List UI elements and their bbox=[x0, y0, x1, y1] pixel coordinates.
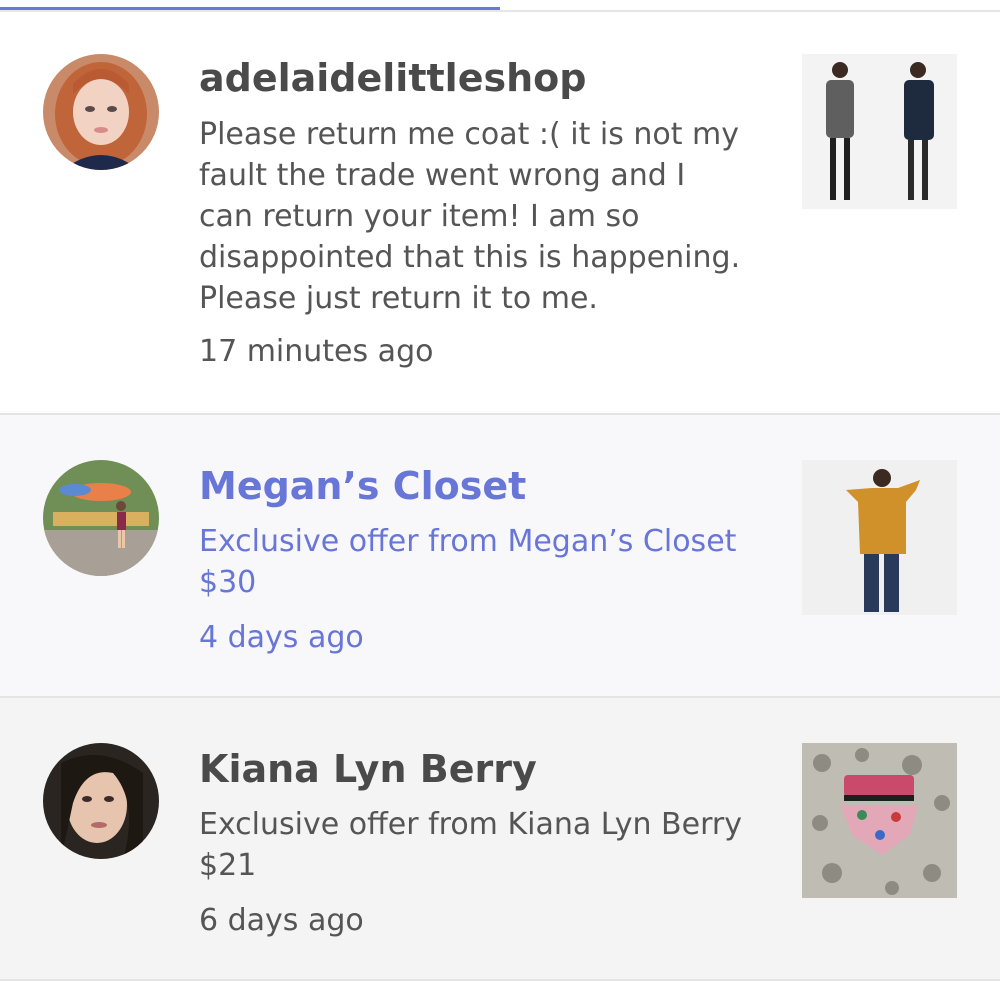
notification-item[interactable]: adelaidelittleshop Please return me coat… bbox=[0, 12, 1000, 415]
avatar[interactable] bbox=[43, 743, 159, 859]
sender-name[interactable]: Megan’s Closet bbox=[199, 464, 526, 508]
message-line: can return your item! I am so bbox=[199, 199, 640, 234]
message-line: Please return me coat :( it is not my bbox=[199, 117, 740, 152]
avatar[interactable] bbox=[43, 54, 159, 170]
product-thumbnail[interactable] bbox=[802, 460, 957, 615]
message-text: Exclusive offer from Kiana Lyn Berry $21 bbox=[199, 804, 769, 886]
timestamp: 4 days ago bbox=[199, 620, 364, 655]
sender-name[interactable]: Kiana Lyn Berry bbox=[199, 747, 537, 791]
product-thumbnail[interactable] bbox=[802, 54, 957, 209]
timestamp: 17 minutes ago bbox=[199, 334, 434, 369]
message-text: Exclusive offer from Megan’s Closet $30 bbox=[199, 521, 769, 603]
timestamp: 6 days ago bbox=[199, 903, 364, 938]
tab-bar bbox=[0, 0, 1000, 12]
notification-item[interactable]: Megan’s Closet Exclusive offer from Mega… bbox=[0, 415, 1000, 698]
message-line: Please just return it to me. bbox=[199, 281, 598, 316]
active-tab-indicator bbox=[0, 7, 500, 10]
offer-price: $30 bbox=[199, 565, 257, 600]
avatar[interactable] bbox=[43, 460, 159, 576]
message-line: disappointed that this is happening. bbox=[199, 240, 741, 275]
message-line: fault the trade went wrong and I bbox=[199, 158, 686, 193]
message-line: Exclusive offer from Megan’s Closet bbox=[199, 524, 737, 559]
product-thumbnail[interactable] bbox=[802, 743, 957, 898]
notification-item[interactable]: Kiana Lyn Berry Exclusive offer from Kia… bbox=[0, 698, 1000, 981]
message-line: Exclusive offer from Kiana Lyn Berry bbox=[199, 807, 742, 842]
offer-price: $21 bbox=[199, 848, 257, 883]
message-text: Please return me coat :( it is not my fa… bbox=[199, 114, 769, 319]
sender-name[interactable]: adelaidelittleshop bbox=[199, 56, 586, 100]
